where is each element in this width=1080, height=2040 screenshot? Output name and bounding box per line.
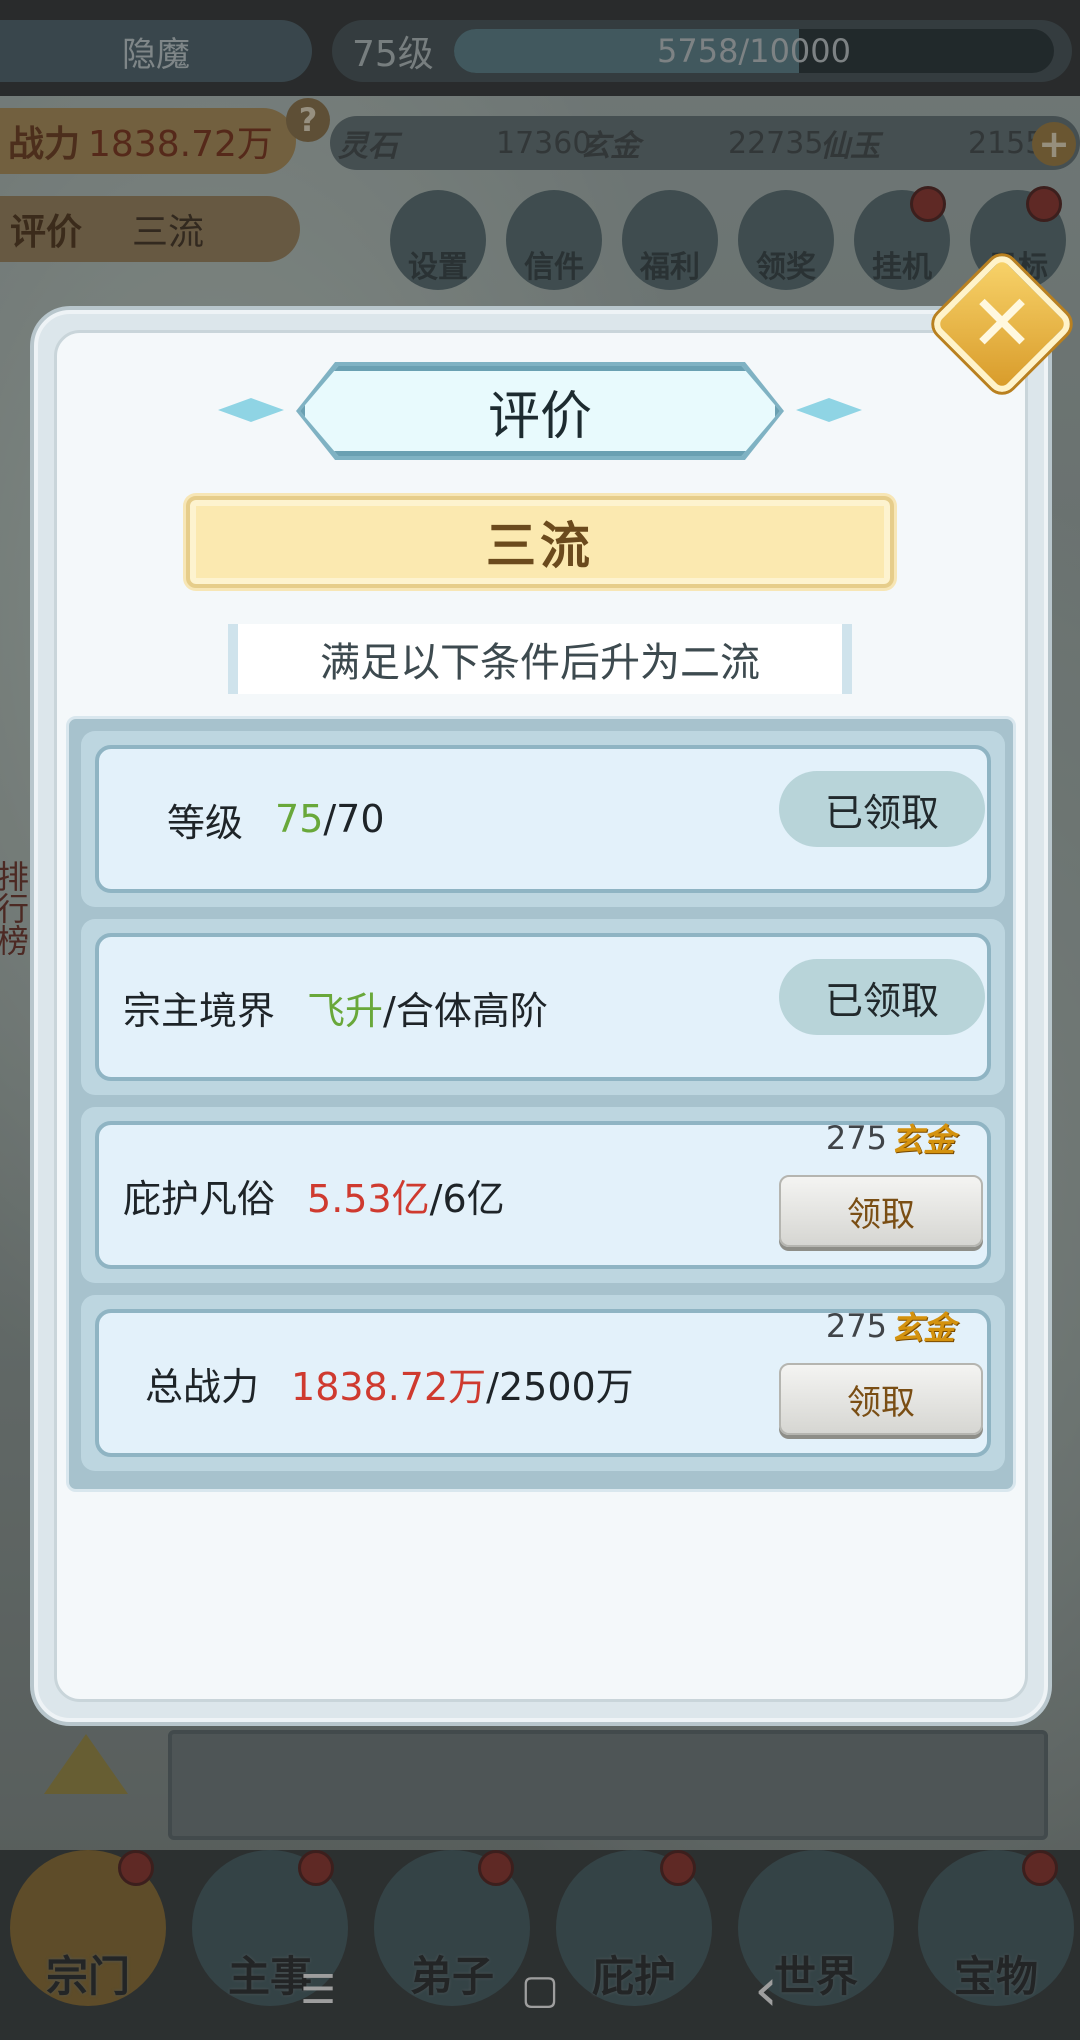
condition-list: 等级 75 /70 已领取 宗主境界 飞升 /合体高阶 已领取 庇护凡俗 5.5… [66, 716, 1016, 1492]
condition-label: 等级 75 /70 [167, 731, 385, 907]
claim-button[interactable]: 领取 [779, 1175, 983, 1247]
claim-button[interactable]: 领取 [779, 1363, 983, 1435]
current-grade: 三流 [486, 517, 594, 575]
condition-label: 宗主境界 飞升 /合体高阶 [123, 919, 548, 1095]
condition-target: /70 [323, 797, 385, 841]
reward-amount: 275 玄金 [826, 1303, 955, 1349]
condition-target: /2500万 [486, 1364, 634, 1409]
condition-name: 总战力 [145, 1364, 260, 1409]
condition-target: /6亿 [429, 1176, 505, 1221]
condition-label: 庇护凡俗 5.53亿 /6亿 [123, 1107, 505, 1283]
condition-row-realm: 宗主境界 飞升 /合体高阶 已领取 [81, 919, 1005, 1095]
condition-name: 庇护凡俗 [123, 1176, 276, 1221]
condition-current: 5.53亿 [307, 1176, 430, 1221]
current-grade-banner: 三流 [186, 496, 894, 588]
xuanjin-currency-icon: 玄金 [890, 1309, 955, 1347]
reward-amount: 275 玄金 [826, 1115, 955, 1161]
upgrade-caption: 满足以下条件后升为二流 [228, 624, 852, 694]
dialog-title-banner: 评价 [300, 366, 780, 456]
reward-value: 275 [825, 1119, 887, 1157]
condition-row-protect: 庇护凡俗 5.53亿 /6亿 275 玄金 领取 [81, 1107, 1005, 1283]
condition-row-level: 等级 75 /70 已领取 [81, 731, 1005, 907]
xuanjin-currency-icon: 玄金 [890, 1121, 955, 1159]
claimed-badge: 已领取 [779, 959, 985, 1035]
reward-value: 275 [825, 1307, 887, 1345]
claimed-badge: 已领取 [779, 771, 985, 847]
condition-name: 等级 [167, 800, 244, 845]
condition-row-power: 总战力 1838.72万 /2500万 275 玄金 领取 [81, 1295, 1005, 1471]
condition-name: 宗主境界 [123, 988, 276, 1033]
condition-label: 总战力 1838.72万 /2500万 [145, 1295, 634, 1471]
condition-current: 75 [275, 797, 324, 841]
condition-current: 1838.72万 [291, 1364, 487, 1409]
condition-current: 飞升 [307, 988, 384, 1033]
condition-target: /合体高阶 [383, 988, 548, 1033]
dialog-title: 评价 [487, 386, 592, 447]
